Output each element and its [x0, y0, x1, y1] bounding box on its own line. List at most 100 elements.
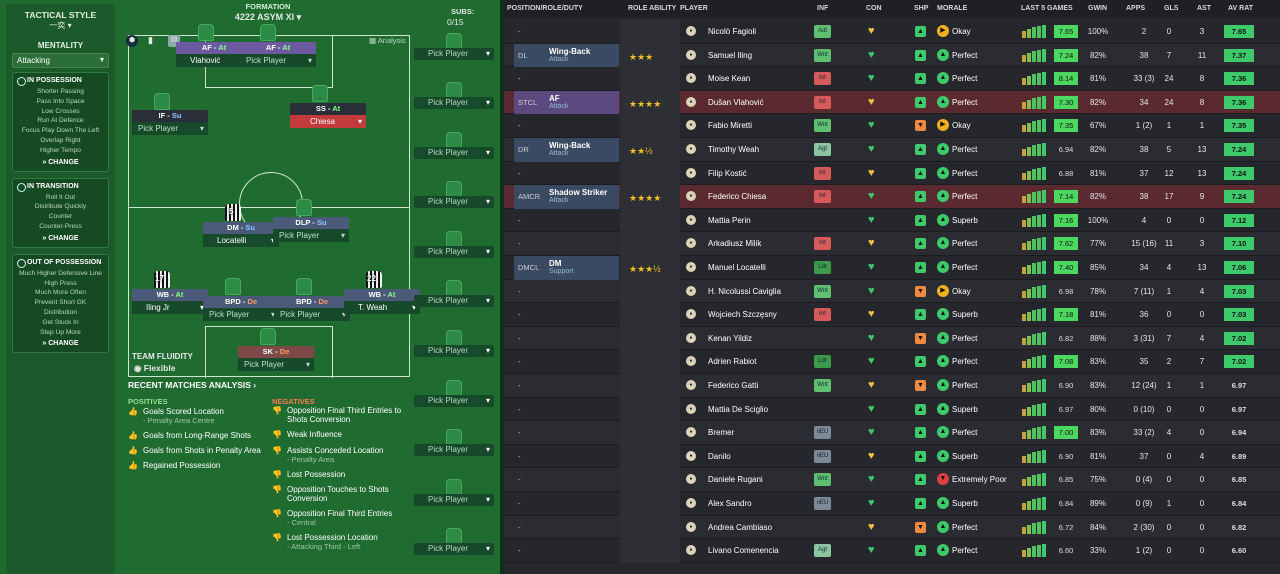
player-name[interactable]: Dušan Vlahović [708, 98, 764, 107]
position-role-cell[interactable]: - [514, 350, 619, 374]
table-row[interactable]: - ● Mattia Perin ♥ ▲ ▲ Superb 7.16 100% 4 0 0 7.12 [504, 208, 1280, 233]
position-role-cell[interactable]: - [514, 114, 619, 138]
col-shp[interactable]: SHP [914, 5, 928, 12]
slot-dlp[interactable]: DLP - Su Pick Player [273, 217, 349, 242]
player-cell[interactable]: ● Kenan Yildiz [680, 327, 835, 351]
col-player[interactable]: PLAYER [680, 5, 708, 12]
player-name[interactable]: Timothy Weah [708, 145, 759, 154]
position-role-cell[interactable]: DL Wing-Back Attack [514, 43, 619, 68]
slot-player-name[interactable]: Pick Player [203, 308, 279, 321]
table-row[interactable]: - ● Mattia De Sciglio ♥ ▲ ▲ Superb 6.97 80% 0 (10… [504, 397, 1280, 422]
player-cell[interactable]: ● Livano Comenencia [680, 539, 835, 563]
in-possession-change-button[interactable]: » CHANGE [13, 159, 108, 166]
table-row[interactable]: - ● Federico Gatti Wnt ♥ ▼ ▲ Perfect 6.90 83% 12 (… [504, 374, 1280, 398]
col-position[interactable]: POSITION/ROLE/DUTY [507, 5, 583, 12]
slot-dm[interactable]: DM - Su Locatelli [203, 222, 279, 247]
slot-player-name[interactable]: Pick Player [238, 358, 314, 371]
player-cell[interactable]: ●Manuel Locatelli▾ [680, 256, 835, 280]
table-row[interactable]: - ● Danilo nEU ♥ ▲ ▲ Superb 6.90 81% 37 0 4 6.89 [504, 444, 1280, 469]
player-name[interactable]: Kenan Yildiz [708, 334, 752, 343]
player-cell[interactable]: ● Danilo [680, 445, 835, 469]
tactical-style-selector[interactable]: 一奕 ▾ [6, 20, 115, 31]
table-row[interactable]: - ● Nicolò Fagioli Adt ♥ ▲ ▶ Okay 7.65 100% 2 0 3 7.6… [504, 20, 1280, 44]
player-cell[interactable]: ● H. Nicolussi Caviglia [680, 280, 835, 304]
position-role-cell[interactable]: - [514, 20, 619, 44]
player-name[interactable]: Federico Gatti [708, 381, 758, 390]
player-cell[interactable]: ●Dušan Vlahović▾ [680, 91, 835, 115]
position-role-cell[interactable]: - [514, 232, 619, 256]
col-morale[interactable]: MORALE [937, 5, 967, 12]
player-cell[interactable]: ● Alex Sandro [680, 492, 835, 516]
player-name[interactable]: Moise Kean [708, 74, 750, 83]
position-role-cell[interactable]: - [514, 374, 619, 398]
slot-player-name[interactable]: Pick Player [132, 122, 208, 135]
player-cell[interactable]: ● Fabio Miretti [680, 114, 835, 138]
table-row[interactable]: AMCR Shadow Striker Attack ★★★★ ● Federico Ch… [504, 185, 1280, 209]
player-cell[interactable]: ● Mattia Perin [680, 209, 835, 233]
player-cell[interactable]: ● Arkadiusz Milik [680, 232, 835, 256]
player-cell[interactable]: ● Daniele Rugani [680, 468, 835, 492]
player-name[interactable]: Wojciech Szczęsny [708, 310, 777, 319]
table-row[interactable]: - ● H. Nicolussi Caviglia Wnt ♥ ▼ ▶ Okay 6.98 78%… [504, 279, 1280, 304]
player-cell[interactable]: ● Mattia De Sciglio [680, 398, 835, 422]
player-name[interactable]: Daniele Rugani [708, 475, 763, 484]
position-role-cell[interactable]: - [514, 280, 619, 304]
slot-af-right[interactable]: AF - At Pick Player [240, 42, 316, 67]
player-cell[interactable]: ●Federico Chiesa▾ [680, 185, 835, 209]
col-avrat[interactable]: AV RAT [1228, 5, 1253, 12]
slot-player-name[interactable]: T. Weah [344, 301, 420, 314]
position-role-cell[interactable]: - [514, 539, 619, 563]
analysis-toggle[interactable]: ▦ Analysis [369, 36, 406, 45]
col-apps[interactable]: APPS [1126, 5, 1145, 12]
table-row[interactable]: - ● Daniele Rugani Wnt ♥ ▲ ▼ Extremely Poor 6.85… [504, 468, 1280, 492]
table-row[interactable]: - ● Kenan Yildiz ♥ ▼ ▲ Perfect 6.82 88% 3 (31) 7 4 7… [504, 326, 1280, 351]
slot-player-name[interactable]: Chiesa [290, 115, 366, 128]
player-name[interactable]: Adrien Rabiot [708, 357, 756, 366]
player-cell[interactable]: ● Moise Kean [680, 67, 835, 91]
player-cell[interactable]: ● Nicolò Fagioli [680, 20, 835, 44]
player-cell[interactable]: ● Andrea Cambiaso [680, 516, 835, 540]
position-role-cell[interactable]: - [514, 516, 619, 540]
table-row[interactable]: - ● Livano Comenencia Agt ♥ ▲ ▲ Perfect 6.60 33% 1… [504, 539, 1280, 563]
player-name[interactable]: Mattia De Sciglio [708, 405, 768, 414]
slot-wb-left[interactable]: WB - At Iling Jr [132, 289, 208, 314]
analysis-title[interactable]: RECENT MATCHES ANALYSIS › [128, 380, 418, 390]
table-row[interactable]: DMCLDMSupport★★★½●Manuel Locatelli▾Ldr♥▲… [504, 256, 1280, 280]
position-role-cell[interactable]: - [514, 67, 619, 91]
slot-player-name[interactable]: Pick Player [274, 308, 350, 321]
out-of-possession-change-button[interactable]: » CHANGE [13, 340, 108, 347]
in-transition-change-button[interactable]: » CHANGE [13, 235, 108, 242]
table-row[interactable]: - ● Bremer nEU ♥ ▲ ▲ Perfect 7.00 83% 33 (2) 4 0 6.94 [504, 421, 1280, 445]
table-row[interactable]: - ● Moise Kean Int ♥ ▲ ▲ Perfect 8.14 81% 33 (3) 24… [504, 67, 1280, 91]
col-last5[interactable]: LAST 5 GAMES [1021, 5, 1073, 12]
col-ast[interactable]: AST [1197, 5, 1211, 12]
slot-player-name[interactable]: Iling Jr [132, 301, 208, 314]
position-role-cell[interactable]: - [514, 162, 619, 186]
player-cell[interactable]: ●Timothy Weah▾ [680, 138, 835, 162]
slot-bpd-right[interactable]: BPD - De Pick Player [274, 296, 350, 321]
formation-tool-icon[interactable]: ⬢ [126, 35, 138, 47]
position-role-cell[interactable]: - [514, 303, 619, 327]
player-name[interactable]: Alex Sandro [708, 499, 752, 508]
player-name[interactable]: Federico Chiesa [708, 192, 766, 201]
player-name[interactable]: Andrea Cambiaso [708, 523, 772, 532]
slot-player-name[interactable]: Locatelli [203, 234, 279, 247]
formation-selector[interactable]: 4222 ASYM XI ▾ [218, 12, 318, 23]
player-cell[interactable]: ●Samuel Iling▾ [680, 44, 835, 68]
table-row[interactable]: STCLAFAttack★★★★●Dušan Vlahović▾Int♥▲▲Pe… [504, 90, 1280, 115]
table-row[interactable]: - ● Adrien Rabiot Ldr ♥ ▲ ▲ Perfect 7.08 83% 35 2 7 7… [504, 350, 1280, 374]
player-name[interactable]: Mattia Perin [708, 216, 751, 225]
player-name[interactable]: Manuel Locatelli [708, 263, 766, 272]
player-name[interactable]: Danilo [708, 452, 731, 461]
table-row[interactable]: - ● Arkadiusz Milik Int ♥ ▲ ▲ Perfect 7.62 77% 15 … [504, 232, 1280, 256]
table-row[interactable]: DRWing-BackAttack★★½●Timothy Weah▾Agt♥▲▲… [504, 138, 1280, 162]
position-role-cell[interactable]: - [514, 209, 619, 233]
table-row[interactable]: - ● Wojciech Szczęsny Int ♥ ▲ ▲ Superb 7.18 81% 36… [504, 303, 1280, 327]
position-role-cell[interactable]: DR Wing-Back Attack [514, 138, 619, 162]
position-role-cell[interactable]: - [514, 398, 619, 422]
slot-if[interactable]: IF - Su Pick Player [132, 110, 208, 135]
slot-ss[interactable]: SS - At Chiesa [290, 103, 366, 128]
player-name[interactable]: Nicolò Fagioli [708, 27, 756, 36]
player-name[interactable]: Fabio Miretti [708, 121, 752, 130]
slot-wb-right[interactable]: WB - At T. Weah [344, 289, 420, 314]
